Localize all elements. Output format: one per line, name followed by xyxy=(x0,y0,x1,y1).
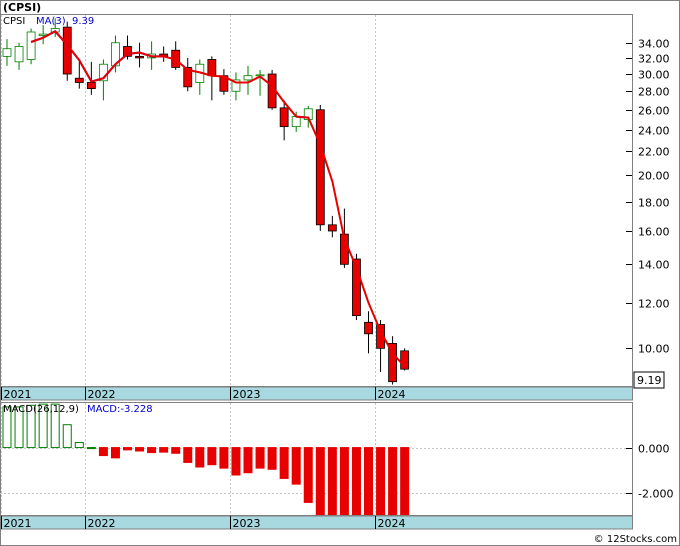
macd-bar-negative xyxy=(183,447,193,463)
year-label: 2021 xyxy=(4,517,32,530)
price-tick-label: 22.00 xyxy=(638,146,670,159)
candle xyxy=(62,21,72,81)
stock-chart: (CPSI) 10.00 12.00 14.00 16.00 18.00 20.00 22.… xyxy=(0,0,680,546)
price-tick-label: 34.00 xyxy=(638,38,670,51)
price-tick-label: 14.00 xyxy=(638,259,670,272)
candle-body-down xyxy=(135,55,144,59)
candle-body-down xyxy=(315,109,325,226)
candle xyxy=(400,348,410,371)
price-legend-ma-value: 9.39 xyxy=(72,16,94,27)
candle-body-down xyxy=(74,77,84,83)
macd-bar-negative xyxy=(243,447,253,474)
year-label: 2023 xyxy=(233,388,261,401)
macd-legend-value: MACD:-3.228 xyxy=(87,404,153,415)
macd-bar-negative xyxy=(207,447,217,466)
macd-bar-negative xyxy=(255,447,265,469)
macd-bar-positive xyxy=(62,424,72,449)
year-label: 2023 xyxy=(233,517,261,530)
year-label: 2024 xyxy=(378,388,406,401)
candle xyxy=(26,28,36,65)
macd-bar-negative xyxy=(376,447,386,516)
candle-body-up xyxy=(14,46,24,63)
macd-bar-negative xyxy=(388,447,398,516)
price-tick-label: 28.00 xyxy=(638,86,670,99)
macd-bar-negative xyxy=(147,447,157,454)
macd-bar-negative xyxy=(195,447,205,468)
price-tick-label: 16.00 xyxy=(638,226,670,239)
macd-tick-label: -2.000 xyxy=(638,488,673,501)
candle-body-down xyxy=(207,59,217,77)
macd-bar-negative xyxy=(364,447,373,516)
candle-body-down xyxy=(62,26,72,75)
price-tick-label: 10.00 xyxy=(638,343,670,356)
price-tick-label: 20.00 xyxy=(638,170,670,183)
candle-body-up xyxy=(26,31,36,60)
year-label: 2022 xyxy=(88,388,116,401)
macd-bar-negative xyxy=(267,447,277,470)
year-label: 2022 xyxy=(88,517,116,530)
macd-bar-negative xyxy=(171,447,181,454)
candle-body-up xyxy=(2,48,12,57)
price-year-axis: 2021 2022 2023 2024 xyxy=(0,386,633,401)
price-panel: 10.00 12.00 14.00 16.00 18.00 20.00 22.00 24.00… xyxy=(0,14,670,389)
macd-bar-negative xyxy=(135,447,145,452)
macd-panel: 0.000 -2.000 MACD(26,12,9) MACD:-3.228 xyxy=(0,402,673,516)
macd-bar-positive xyxy=(86,447,96,450)
candle-body-down xyxy=(364,321,373,335)
price-tick-label: 32.00 xyxy=(638,53,670,66)
macd-year-axis: 2021 2022 2023 2024 xyxy=(0,515,633,530)
macd-bar-positive xyxy=(74,442,84,449)
macd-bar-negative xyxy=(279,447,289,479)
year-label: 2024 xyxy=(378,517,406,530)
macd-legend-label: MACD(26,12,9) xyxy=(3,404,79,415)
price-tick-label: 12.00 xyxy=(638,298,670,311)
price-tick-label: 18.00 xyxy=(638,197,670,210)
price-tick-label: 24.00 xyxy=(638,125,670,138)
candle xyxy=(388,336,398,385)
candle-body-down xyxy=(86,82,96,89)
price-tick-label: 30.00 xyxy=(638,69,670,82)
price-legend-ma: MA(3) xyxy=(36,16,66,27)
candle xyxy=(315,104,325,231)
macd-bar-negative xyxy=(303,447,313,503)
macd-bar-negative xyxy=(98,447,108,457)
last-price-label: 9.19 xyxy=(637,374,662,387)
macd-bar-negative xyxy=(291,447,301,485)
macd-bar-negative xyxy=(110,447,120,459)
macd-bar-negative xyxy=(339,447,349,516)
candle-body-down xyxy=(279,107,289,128)
macd-bar-negative xyxy=(159,447,169,453)
macd-bar-negative xyxy=(231,447,241,476)
price-tick-label: 26.00 xyxy=(638,105,670,118)
macd-bar-negative xyxy=(327,447,337,516)
macd-bar-negative xyxy=(315,447,325,516)
candle xyxy=(352,253,361,321)
candle-body-down xyxy=(327,224,337,232)
candle-body-up xyxy=(243,75,253,81)
macd-bar-negative xyxy=(219,447,229,469)
macd-tick-label: 0.000 xyxy=(638,443,670,456)
macd-bar-negative xyxy=(351,447,361,516)
price-legend-ticker: CPSI xyxy=(3,16,25,27)
year-label: 2021 xyxy=(4,388,32,401)
candle-body-up xyxy=(291,116,301,128)
macd-bar-negative xyxy=(400,447,410,516)
copyright-text: © 12Stocks.com xyxy=(594,534,677,545)
macd-bar-negative xyxy=(123,447,132,451)
chart-title: (CPSI) xyxy=(3,1,41,14)
